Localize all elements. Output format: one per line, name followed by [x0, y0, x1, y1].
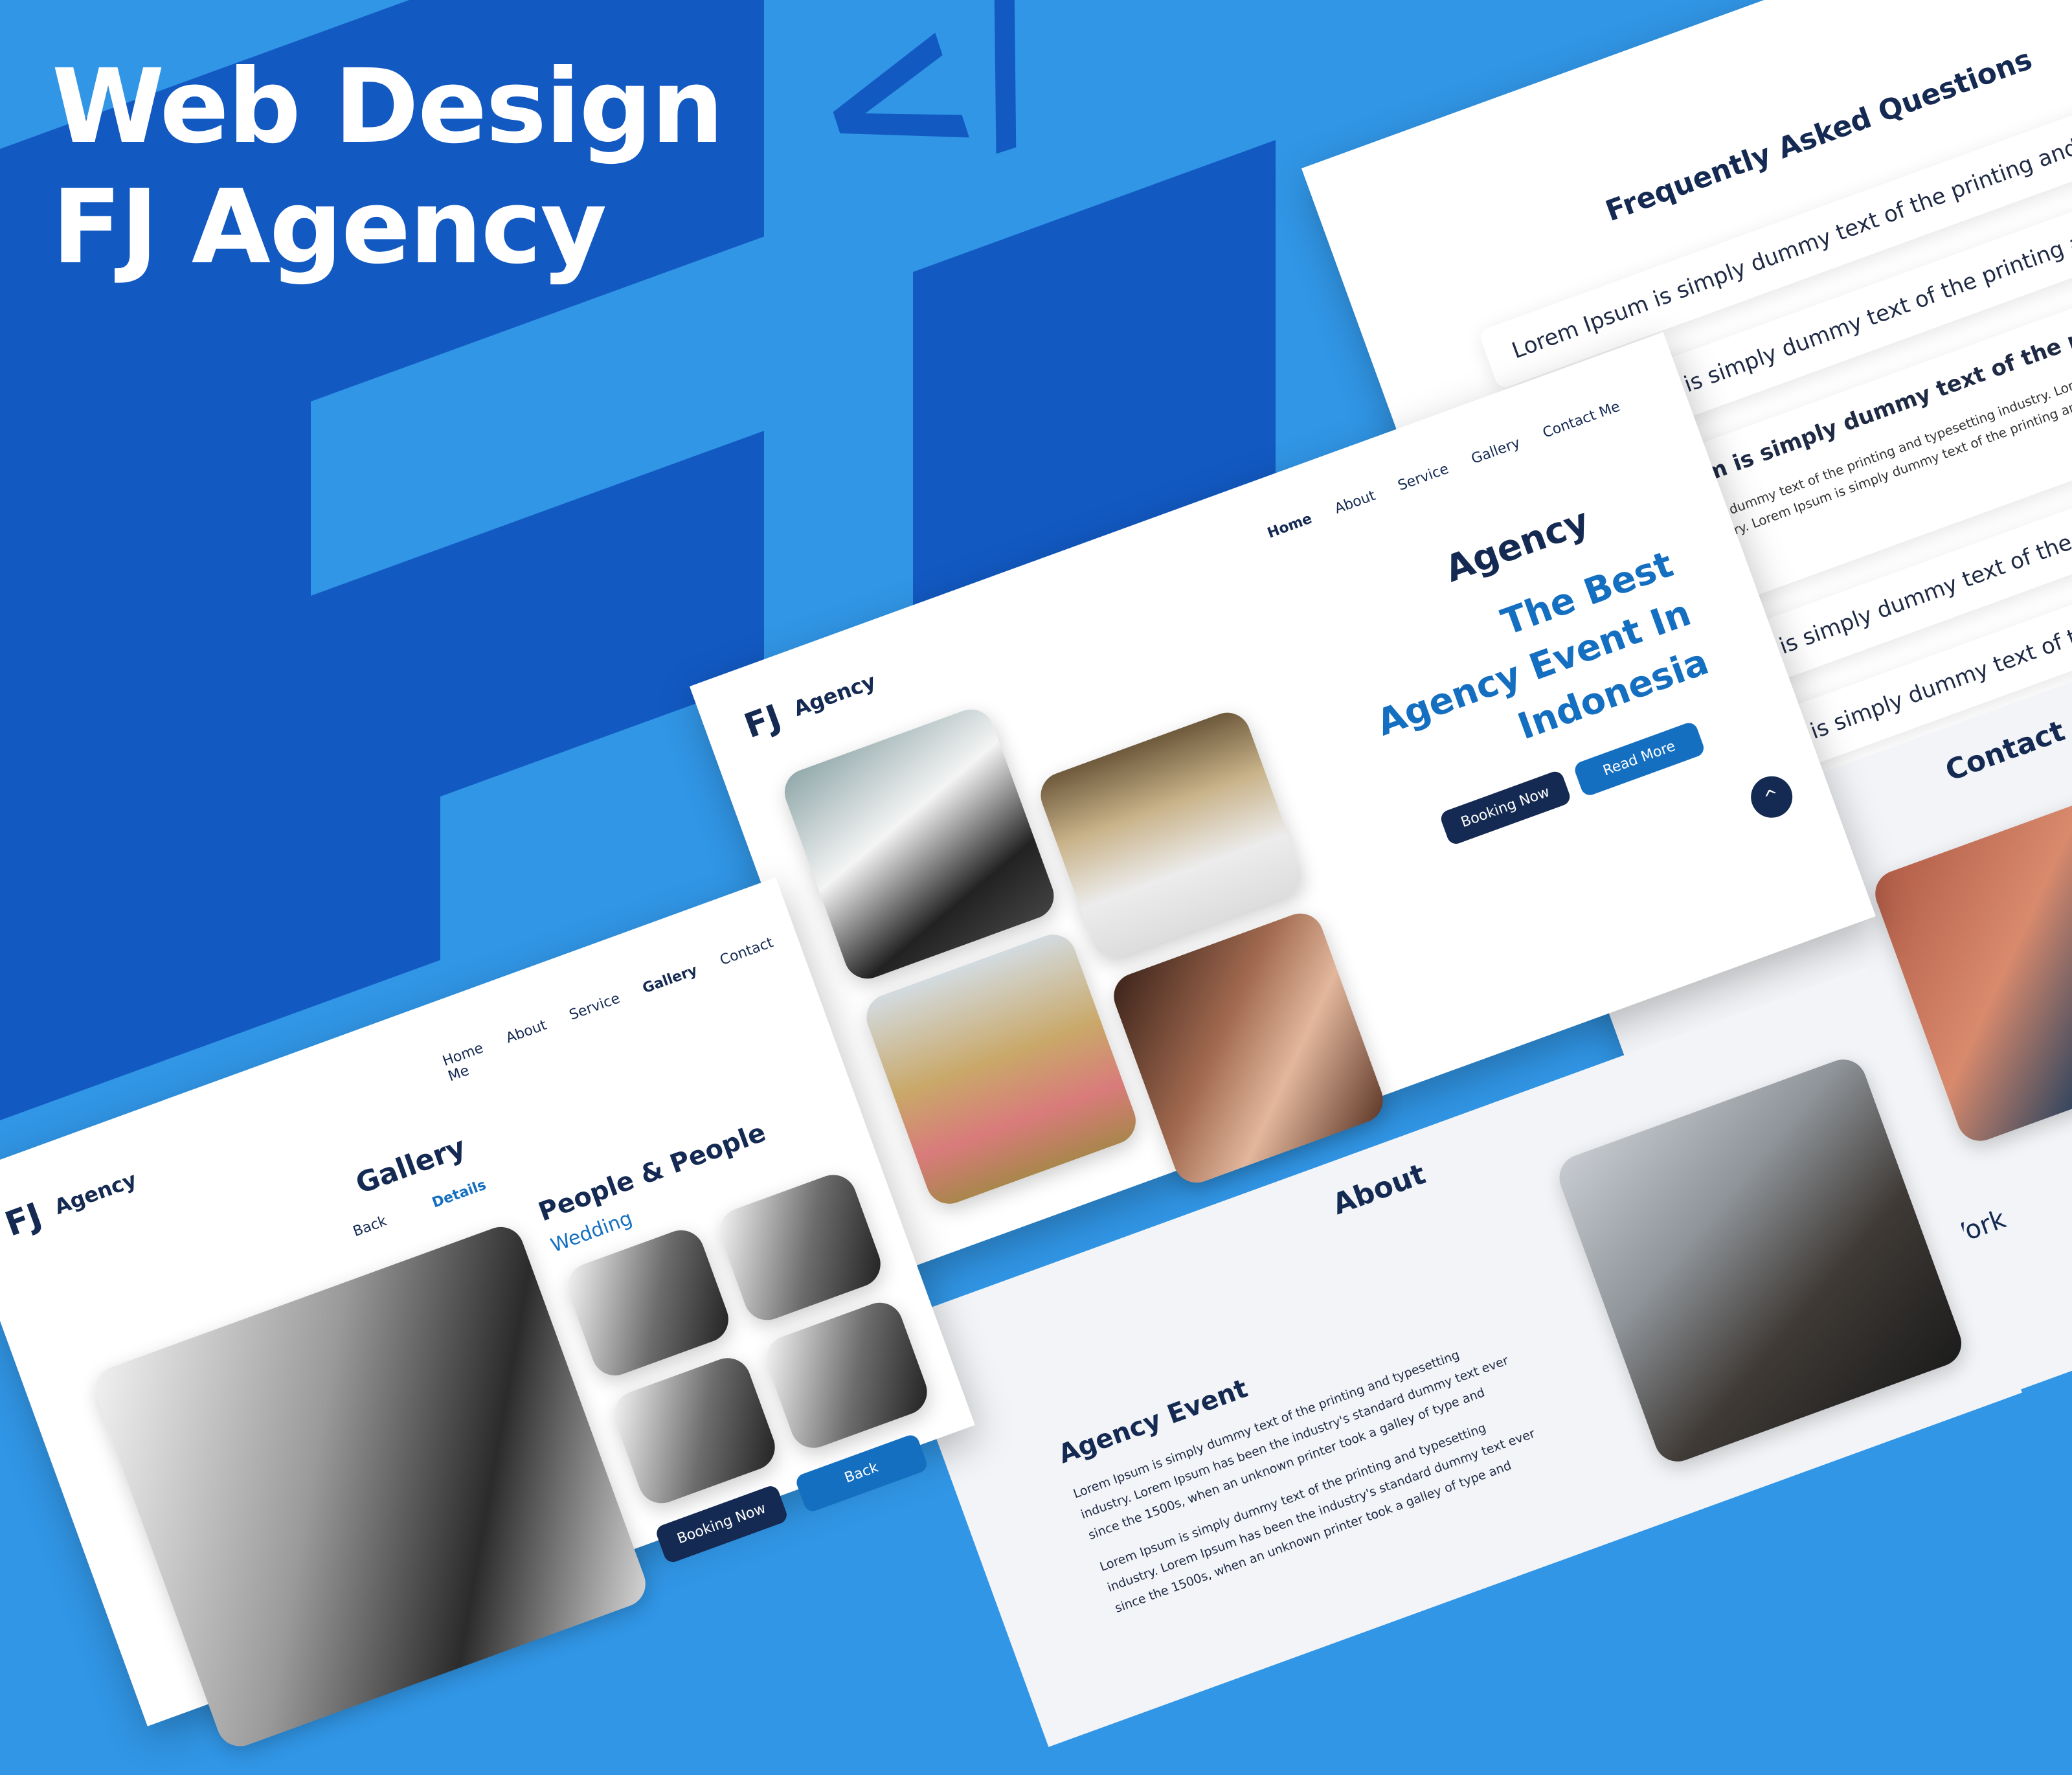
read-more-button[interactable]: Read More: [1572, 720, 1706, 798]
gallery-nav-about[interactable]: About: [504, 1017, 549, 1047]
booking-now-button[interactable]: Booking Now: [1438, 769, 1573, 846]
about-photo: [1553, 1053, 1968, 1468]
gallery-nav-service[interactable]: Service: [567, 990, 622, 1023]
hero-title: Web Design FJ Agency: [52, 47, 724, 288]
gallery-back-link[interactable]: Back: [351, 1213, 389, 1240]
nav-home[interactable]: Home: [1265, 511, 1314, 542]
hero-title-line2: FJ Agency: [52, 168, 607, 287]
scroll-top-button[interactable]: ^: [1745, 770, 1799, 824]
chevron-up-icon: ^: [1761, 784, 1783, 809]
gallery-details-link[interactable]: Details: [430, 1177, 488, 1211]
gallery-thumb-4[interactable]: [760, 1296, 934, 1454]
gallery-main-photo: [89, 1220, 652, 1753]
photo-ring-hands: [1107, 907, 1390, 1190]
gallery-brand: Agency: [51, 1167, 140, 1220]
photo-couple-field: [860, 928, 1143, 1210]
gallery-thumb-2[interactable]: [713, 1168, 887, 1327]
nav-gallery[interactable]: Gallery: [1469, 435, 1522, 468]
nav-service[interactable]: Service: [1396, 461, 1451, 494]
gallery-logo: FJ: [0, 1195, 47, 1245]
gallery-thumb-3[interactable]: [607, 1351, 782, 1510]
gallery-thumb-1[interactable]: [561, 1223, 735, 1383]
contact-title: Contact: [1941, 714, 2069, 788]
home-logo: FJ: [739, 697, 786, 747]
code-icon: </: [780, 0, 1073, 231]
hero-title-line1: Web Design: [52, 47, 724, 166]
nav-contact[interactable]: Contact Me: [1540, 398, 1622, 441]
about-title: About: [1328, 1157, 1430, 1222]
nav-about[interactable]: About: [1333, 488, 1378, 517]
photo-wedding-couple: [778, 703, 1061, 986]
corner-accent: [1986, 1455, 2072, 1588]
gallery-nav-gallery[interactable]: Gallery: [640, 962, 699, 997]
home-brand: Agency: [790, 668, 879, 721]
